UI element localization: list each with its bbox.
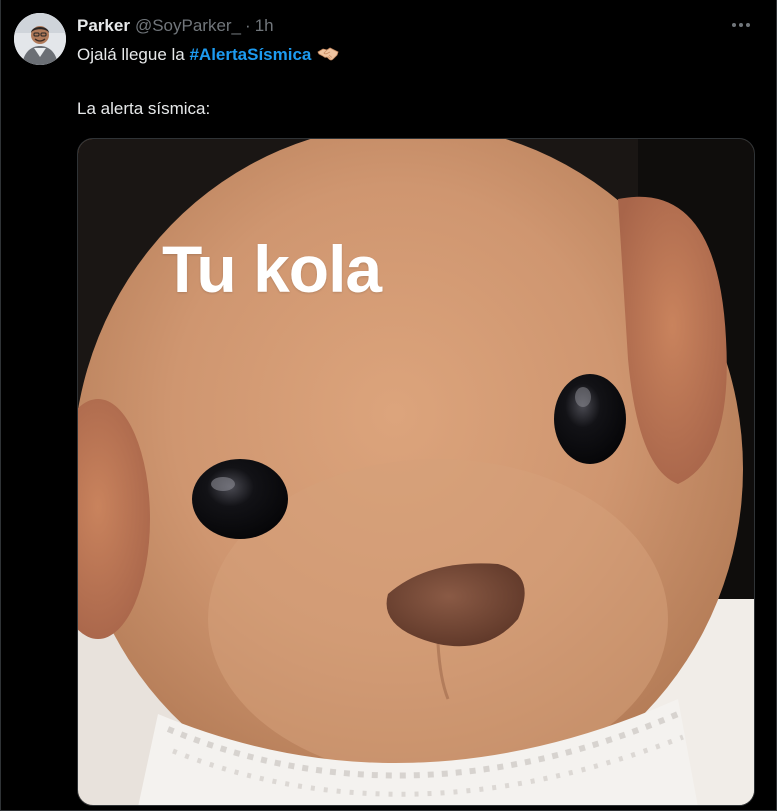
handshake-icon [317, 45, 339, 69]
timestamp[interactable]: 1h [255, 16, 274, 36]
hashtag-link[interactable]: #AlertaSísmica [189, 45, 311, 64]
tweet-media-image[interactable]: Tu kola [77, 138, 755, 806]
tweet-text-line2: La alerta sísmica: [77, 99, 211, 118]
avatar[interactable] [14, 13, 66, 65]
tweet-text-prefix: Ojalá llegue la [77, 45, 190, 64]
author-handle[interactable]: @SoyParker_ [135, 16, 241, 36]
dot-separator: · [245, 16, 251, 35]
tweet-text-line1: Ojalá llegue la #AlertaSísmica [77, 44, 339, 69]
meme-caption: Tu kola [162, 232, 382, 306]
author-name[interactable]: Parker [77, 16, 130, 36]
tweet-header: Parker @SoyParker_ · 1h [77, 15, 274, 37]
more-options-icon[interactable] [727, 13, 755, 37]
tweet-card[interactable]: Parker @SoyParker_ · 1h Ojalá llegue la … [0, 0, 777, 811]
